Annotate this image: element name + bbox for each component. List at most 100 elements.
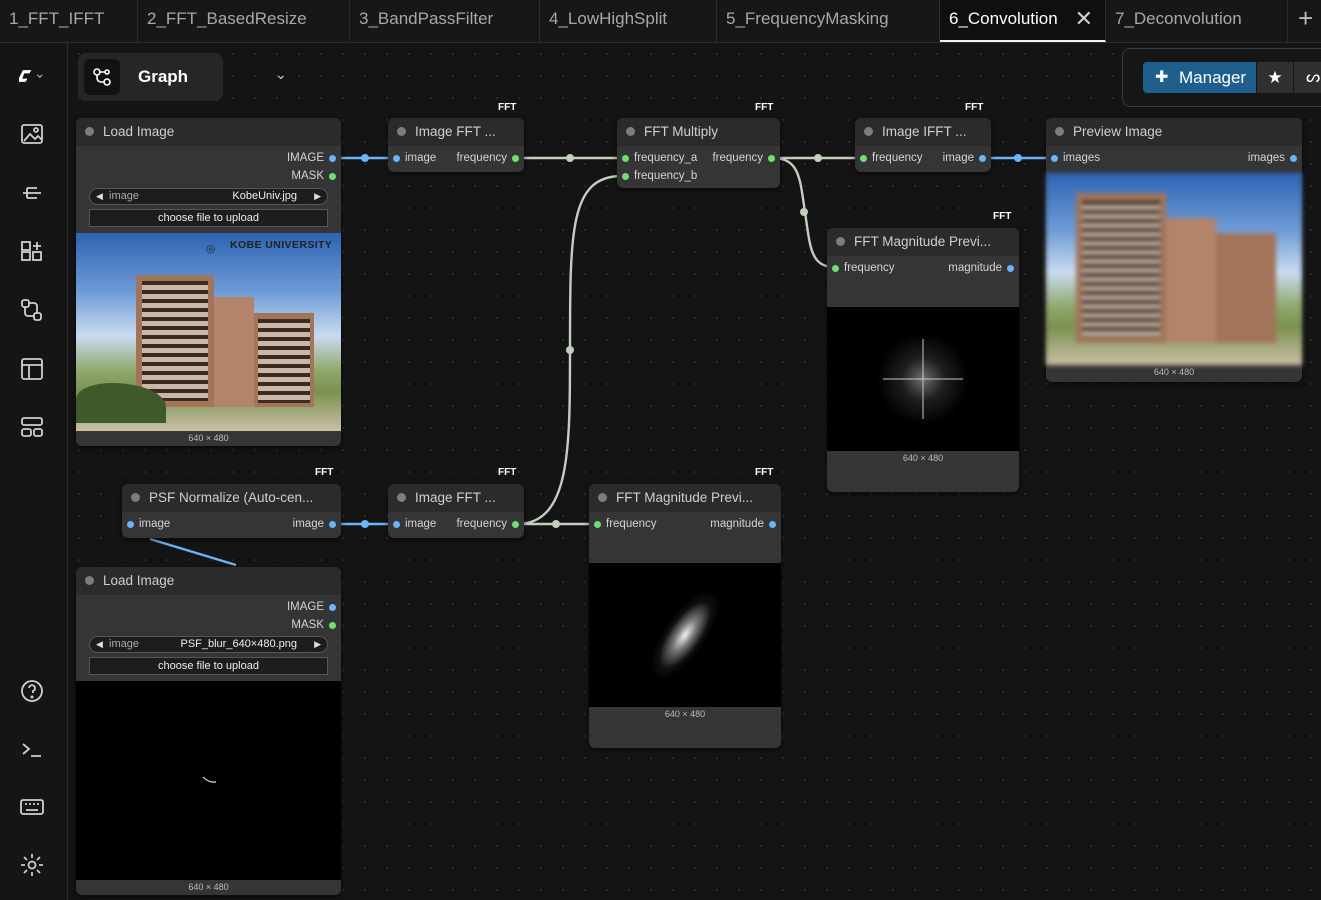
tab-3-band-pass-filter[interactable]: 3_BandPassFilter	[350, 0, 540, 42]
new-tab-plus-icon[interactable]: +	[1298, 0, 1321, 42]
close-tab-icon[interactable]: ✕	[1075, 0, 1093, 38]
building-shape	[1216, 233, 1276, 343]
node-load-image-1[interactable]: Load Image IMAGE MASK ◀ image KobeUniv.j…	[76, 118, 341, 446]
node-title-bar[interactable]: Image FFT ...	[388, 118, 524, 146]
settings-gear-icon[interactable]	[19, 852, 45, 878]
workflow-tab-bar: 1_FFT_IFFT 2_FFT_BasedResize 3_BandPassF…	[0, 0, 1321, 43]
arrow-left-icon[interactable]: ◀	[96, 637, 103, 652]
graph-menu-label: Graph	[138, 67, 189, 86]
node-fft-multiply[interactable]: FFT Multiply frequency_a frequency_b fre…	[617, 118, 780, 188]
building-windows	[1082, 201, 1160, 337]
arrow-right-icon[interactable]: ▶	[314, 189, 321, 204]
node-title-bar[interactable]: FFT Magnitude Previ...	[827, 228, 1019, 256]
node-title-bar[interactable]: Load Image	[76, 118, 341, 146]
node-image-fft-2[interactable]: Image FFT ... image frequency	[388, 484, 524, 538]
output-slot-image[interactable]	[329, 155, 336, 162]
output-slot-magnitude[interactable]	[1007, 265, 1014, 272]
output-slot-frequency[interactable]	[768, 155, 775, 162]
collapse-dot-icon[interactable]	[836, 237, 845, 246]
input-label: frequency	[872, 152, 923, 164]
input-slot-frequency[interactable]	[594, 521, 601, 528]
image-combo-widget[interactable]: ◀ image PSF_blur_640×480.png ▶	[89, 636, 328, 653]
node-fft-magnitude-preview-2[interactable]: FFT Magnitude Previ... frequency magnitu…	[589, 484, 781, 748]
node-badge: FFT	[965, 102, 984, 113]
input-slot-frequency-b[interactable]	[622, 173, 629, 180]
image-gallery-icon[interactable]	[19, 121, 45, 147]
node-library-icon[interactable]	[19, 239, 45, 265]
queue-icon[interactable]	[19, 414, 45, 440]
collapse-dot-icon[interactable]	[626, 127, 635, 136]
output-slot-mask[interactable]	[329, 622, 336, 629]
templates-icon[interactable]	[19, 356, 45, 382]
output-slot-mask[interactable]	[329, 173, 336, 180]
node-title-bar[interactable]: Image FFT ...	[388, 484, 524, 512]
spectrum-axis-v	[922, 339, 924, 419]
collapse-dot-icon[interactable]	[131, 493, 140, 502]
watermark-text: KOBE UNIVERSITY	[230, 239, 333, 251]
comfy-logo-icon[interactable]	[19, 63, 59, 89]
collapse-dot-icon[interactable]	[1055, 127, 1064, 136]
node-title-bar[interactable]: PSF Normalize (Auto-cen...	[122, 484, 341, 512]
node-title: FFT Multiply	[644, 124, 719, 139]
node-title-bar[interactable]: Image IFFT ...	[855, 118, 991, 146]
node-title-bar[interactable]: Load Image	[76, 567, 341, 595]
input-slot-image[interactable]	[127, 521, 134, 528]
input-label: image	[405, 152, 437, 164]
upload-button[interactable]: choose file to upload	[89, 657, 328, 675]
chevron-down-icon: ⌄	[275, 66, 287, 82]
tab-5-frequency-masking[interactable]: 5_FrequencyMasking	[717, 0, 940, 42]
output-label: images	[1247, 152, 1285, 164]
output-slot-magnitude[interactable]	[769, 521, 776, 528]
input-slot-frequency[interactable]	[832, 265, 839, 272]
output-slot-image[interactable]	[979, 155, 986, 162]
tab-1-fft-ifft[interactable]: 1_FFT_IFFT	[0, 0, 138, 42]
tab-label: 7_Deconvolution	[1115, 9, 1242, 28]
workflows-icon[interactable]	[19, 297, 45, 323]
output-slot-images[interactable]	[1290, 155, 1297, 162]
collapse-dot-icon[interactable]	[85, 576, 94, 585]
collapse-dot-icon[interactable]	[85, 127, 94, 136]
collapse-dot-icon[interactable]	[397, 493, 406, 502]
collapse-dot-icon[interactable]	[598, 493, 607, 502]
node-psf-normalize[interactable]: PSF Normalize (Auto-cen... image image	[122, 484, 341, 538]
node-image-ifft[interactable]: Image IFFT ... frequency image	[855, 118, 991, 172]
input-slot-images[interactable]	[1051, 155, 1058, 162]
person-icon[interactable]: ᔕ	[1294, 62, 1321, 93]
star-icon[interactable]: ★	[1257, 62, 1293, 93]
collapse-dot-icon[interactable]	[864, 127, 873, 136]
input-label: image	[139, 518, 171, 530]
collapse-dot-icon[interactable]	[397, 127, 406, 136]
output-slot-image[interactable]	[329, 604, 336, 611]
upload-button[interactable]: choose file to upload	[89, 209, 328, 227]
node-title-bar[interactable]: FFT Magnitude Previ...	[589, 484, 781, 512]
output-slot-frequency[interactable]	[512, 155, 519, 162]
tab-4-low-high-split[interactable]: 4_LowHighSplit	[540, 0, 717, 42]
arrow-left-icon[interactable]: ◀	[96, 189, 103, 204]
tab-6-convolution[interactable]: 6_Convolution ✕	[940, 0, 1106, 42]
node-title-bar[interactable]: Preview Image	[1046, 118, 1302, 146]
input-slot-image[interactable]	[393, 521, 400, 528]
top-right-toolbar: ✚ Manager ★ ᔕ	[1122, 48, 1321, 107]
node-image-fft-1[interactable]: Image FFT ... image frequency	[388, 118, 524, 172]
output-slot-frequency[interactable]	[512, 521, 519, 528]
tab-2-fft-based-resize[interactable]: 2_FFT_BasedResize	[138, 0, 350, 42]
terminal-icon[interactable]	[19, 737, 45, 763]
arrow-right-icon[interactable]: ▶	[314, 637, 321, 652]
output-slot-image[interactable]	[329, 521, 336, 528]
model-library-icon[interactable]	[19, 180, 45, 206]
input-slot-frequency-a[interactable]	[622, 155, 629, 162]
node-load-image-2[interactable]: Load Image IMAGE MASK ◀ image PSF_blur_6…	[76, 567, 341, 895]
input-slot-image[interactable]	[393, 155, 400, 162]
node-preview-image[interactable]: Preview Image images images 640 × 480	[1046, 118, 1302, 382]
tab-7-deconvolution[interactable]: 7_Deconvolution	[1106, 0, 1288, 42]
help-icon[interactable]	[19, 678, 45, 704]
output-label: image	[292, 518, 324, 530]
keyboard-shortcuts-icon[interactable]	[19, 794, 45, 820]
node-title-bar[interactable]: FFT Multiply	[617, 118, 780, 146]
graph-menu-button[interactable]: Graph ⌄	[78, 53, 287, 101]
image-combo-widget[interactable]: ◀ image KobeUniv.jpg ▶	[89, 188, 328, 205]
building-windows	[142, 281, 208, 401]
node-fft-magnitude-preview-1[interactable]: FFT Magnitude Previ... frequency magnitu…	[827, 228, 1019, 492]
manager-button[interactable]: ✚ Manager	[1143, 62, 1256, 93]
input-slot-frequency[interactable]	[860, 155, 867, 162]
